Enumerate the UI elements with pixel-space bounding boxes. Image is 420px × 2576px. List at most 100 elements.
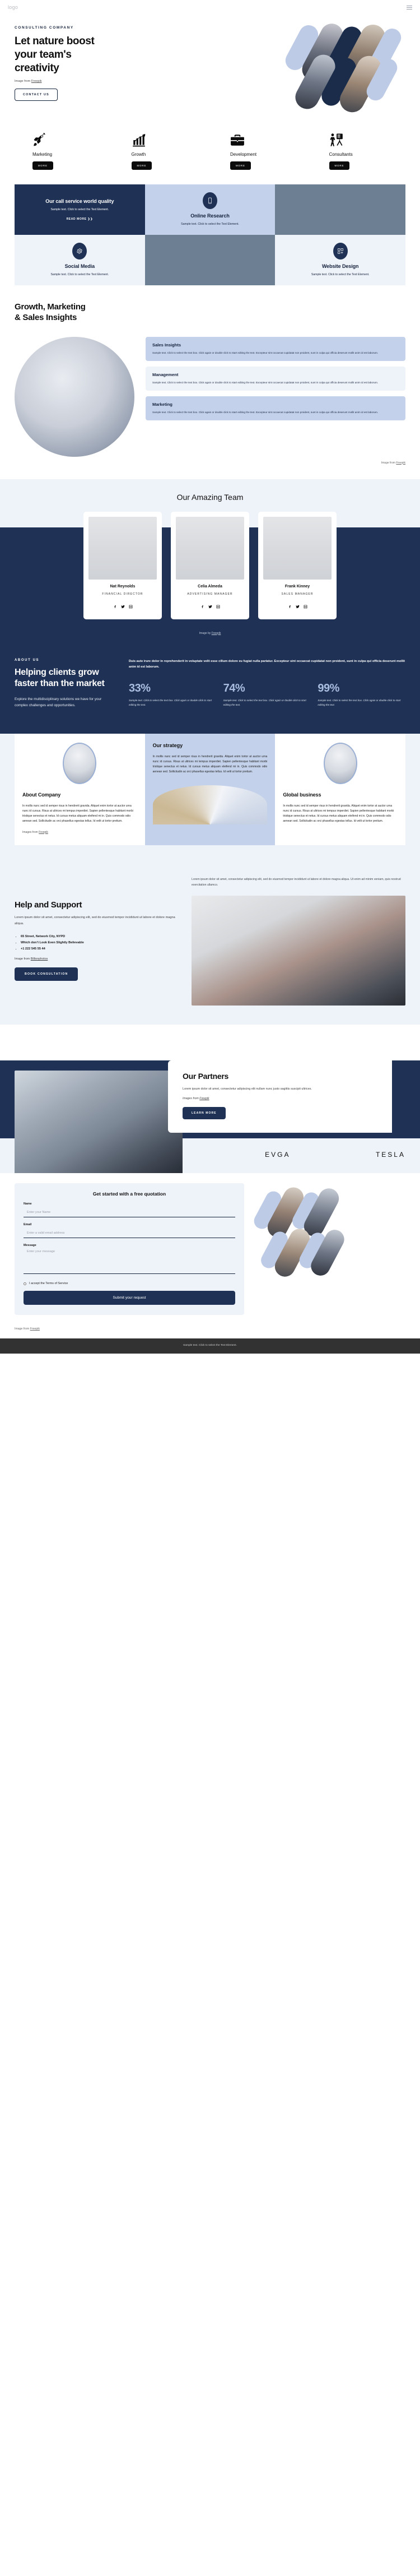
stat-value: 99% (318, 682, 339, 695)
service-card-call-service[interactable]: Our call service world quality Sample te… (15, 184, 145, 235)
feature-item-consultants[interactable]: Consultants MORE (309, 131, 408, 170)
contact-us-button[interactable]: CONTACT US (15, 89, 58, 101)
twitter-icon[interactable] (208, 601, 212, 611)
rocket-icon (32, 131, 111, 147)
insight-title: Sales Insights (152, 342, 181, 348)
credit-prefix: Image from (15, 957, 31, 961)
facebook-icon[interactable] (113, 601, 117, 611)
insight-card-marketing[interactable]: Marketing Sample text. Click to select t… (146, 396, 405, 420)
credit-link[interactable]: Freepik (396, 461, 405, 465)
read-more-link[interactable]: READ MORE ❯❯ (67, 217, 94, 221)
feature-label: Development (230, 152, 257, 157)
partners-image-credit: Images from Freepik (183, 1097, 377, 1100)
about-lead-text: Duis aute irure dolor in reprehenderit i… (129, 659, 405, 669)
feature-more-button[interactable]: MORE (32, 161, 53, 170)
insights-title: Growth, Marketing & Sales Insights (15, 302, 405, 323)
feature-more-button[interactable]: MORE (329, 161, 350, 170)
insights-row: Sales Insights Sample text. Click to sel… (15, 336, 405, 457)
presenter-icon (329, 131, 408, 147)
insight-card-management[interactable]: Management Sample text. Click to select … (146, 366, 405, 391)
help-right: Lorem ipsum dolor sit amet, consectetur … (192, 877, 405, 1006)
credit-link[interactable]: Freepik (212, 632, 221, 635)
credit-link[interactable]: Billionphotos (31, 957, 48, 961)
hamburger-icon[interactable] (407, 5, 412, 10)
service-title: Our call service world quality (45, 198, 114, 205)
submit-request-button[interactable]: Submit your request (24, 1291, 235, 1305)
team-member-name: Celia Almeda (198, 584, 222, 589)
mobile-icon (202, 192, 217, 210)
twitter-icon[interactable] (295, 601, 300, 611)
page-title: Let nature boost your team's creativity (15, 35, 168, 75)
book-consultation-button[interactable]: BOOK CONSULTATION (15, 967, 78, 981)
avatar (176, 516, 244, 580)
service-card-website-design[interactable]: Website Design Sample text. Click to sel… (275, 235, 405, 285)
team-image-credit: Image by Freepik (0, 628, 420, 644)
credit-link[interactable]: Freepik (199, 1097, 209, 1100)
team-member-role: FINANCIAL DIRECTOR (102, 592, 143, 596)
tri-col-about-company: About Company In mollis nunc sed id semp… (15, 733, 145, 845)
avatar (88, 516, 157, 580)
grid-plus-icon (333, 243, 348, 260)
tri-title: Global business (283, 791, 321, 798)
hero-section: CONSULTING COMPANY Let nature boost your… (0, 15, 420, 118)
logo[interactable]: logo (8, 4, 18, 10)
brand-logo-evga: EVGA (265, 1151, 291, 1159)
learn-more-button[interactable]: LEARN MORE (183, 1107, 226, 1120)
feature-item-marketing[interactable]: Marketing MORE (12, 131, 111, 170)
feature-label: Consultants (329, 152, 353, 157)
team-card[interactable]: Celia Almeda ADVERTISING MANAGER (171, 511, 249, 619)
message-input[interactable] (24, 1247, 235, 1275)
credit-link[interactable]: Freepik (30, 1327, 40, 1331)
facebook-icon[interactable] (288, 601, 292, 611)
feature-more-button[interactable]: MORE (131, 161, 152, 170)
instagram-icon[interactable] (129, 601, 133, 611)
terms-checkbox[interactable] (24, 1282, 26, 1285)
stats-row: 33% Sample text. Click to select the tex… (129, 682, 405, 707)
insight-card-sales[interactable]: Sales Insights Sample text. Click to sel… (146, 336, 405, 361)
hero-title-line-3: creativity (15, 62, 59, 74)
service-card-social-media[interactable]: Social Media Sample text. Click to selec… (15, 235, 145, 285)
instagram-icon[interactable] (304, 601, 307, 611)
name-field-group: Name (24, 1202, 235, 1218)
contact-image-credit: Image from Freepik (0, 1327, 420, 1338)
insights-section: Growth, Marketing & Sales Insights Sales… (0, 285, 420, 479)
help-left: Help and Support Lorem ipsum dolor sit a… (15, 877, 183, 1006)
name-input[interactable] (24, 1208, 235, 1218)
help-bullets: 65 Street, Network City, NYPD Which don’… (15, 934, 183, 953)
email-input[interactable] (24, 1229, 235, 1239)
hero-collage (279, 20, 416, 117)
tri-text: In mollis nunc sed id semper risus in he… (283, 804, 394, 823)
help-bullet: Which don’t Look Even Slightly Believabl… (21, 940, 183, 946)
help-lead-text: Lorem ipsum dolor sit amet, consectetur … (192, 877, 401, 887)
tri-title: Our strategy (152, 742, 183, 748)
feature-item-growth[interactable]: Growth MORE (111, 131, 211, 170)
facebook-icon[interactable] (200, 601, 204, 611)
insight-title: Marketing (152, 401, 172, 407)
stat-value: 33% (129, 682, 151, 695)
insight-title: Management (152, 372, 179, 377)
help-bullet: 65 Street, Network City, NYPD (21, 934, 183, 940)
team-member-role: SALES MANAGER (281, 592, 314, 596)
contact-collage (244, 1183, 405, 1315)
credit-link[interactable]: Freepik (31, 80, 42, 83)
about-right: Duis aute irure dolor in reprehenderit i… (129, 659, 405, 709)
stat-text: Sample text. Click to select the text bo… (318, 699, 401, 706)
briefcase-icon (230, 131, 309, 147)
credit-link[interactable]: Freepik (39, 831, 48, 834)
feature-item-development[interactable]: Development MORE (210, 131, 309, 170)
twitter-icon[interactable] (120, 601, 125, 611)
team-member-name: Frank Kinney (284, 584, 310, 589)
team-card[interactable]: Nat Reynolds FINANCIAL DIRECTOR (83, 511, 162, 619)
team-card[interactable]: Frank Kinney SALES MANAGER (258, 511, 337, 619)
insight-text: Sample text. Click to select the text bo… (152, 381, 379, 384)
name-label: Name (24, 1202, 32, 1206)
feature-more-button[interactable]: MORE (230, 161, 251, 170)
instagram-icon[interactable] (216, 601, 220, 611)
quotation-form: Get started with a free quotation Name E… (15, 1183, 244, 1315)
avatar (323, 742, 357, 784)
service-card-online-research[interactable]: Online Research Sample text. Click to se… (144, 184, 276, 235)
about-left: ABOUT US Helping clients grow faster tha… (15, 659, 115, 709)
about-section: ABOUT US Helping clients grow faster tha… (0, 643, 420, 726)
help-bullet: +1 222 545 55 44 (21, 946, 183, 952)
service-title: Online Research (190, 213, 230, 219)
